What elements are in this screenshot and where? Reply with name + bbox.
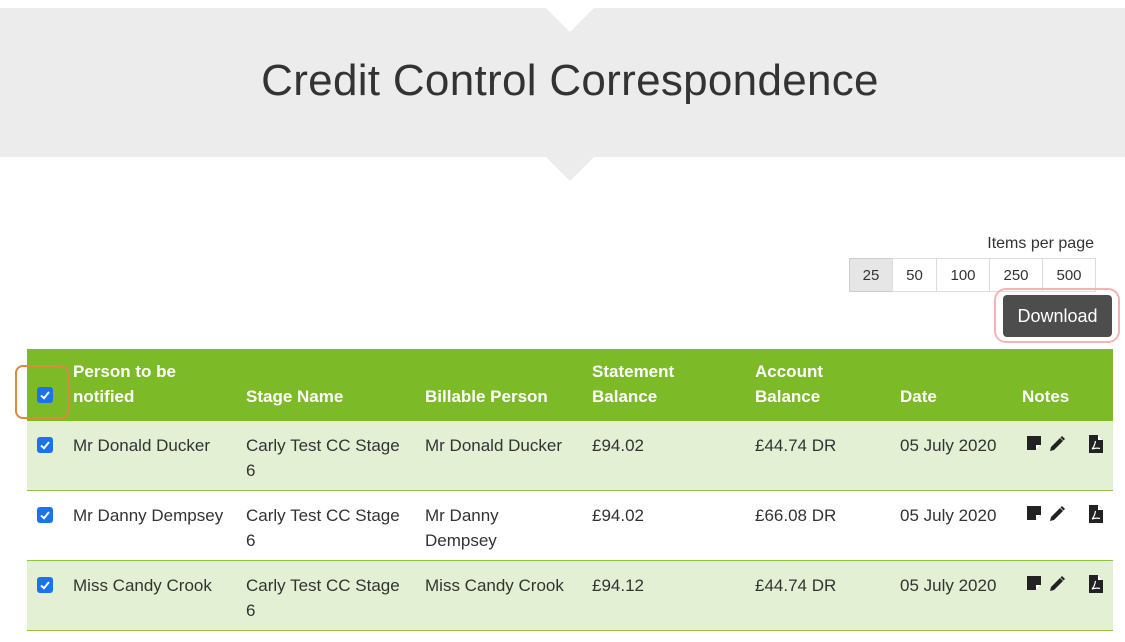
billable-cell: Miss Candy Crook <box>425 576 564 595</box>
page-size-25[interactable]: 25 <box>849 258 893 292</box>
col-stage[interactable]: Stage Name <box>246 384 343 409</box>
row-checkbox[interactable] <box>37 577 53 593</box>
page-size-500[interactable]: 500 <box>1042 258 1096 292</box>
pencil-icon[interactable] <box>1048 575 1066 598</box>
notes-actions <box>1026 435 1106 455</box>
banner-notch-top <box>546 8 594 32</box>
date-cell: 05 July 2020 <box>900 576 997 595</box>
date-cell: 05 July 2020 <box>900 436 997 455</box>
stage-cell: Carly Test CC Stage 6 <box>246 436 400 480</box>
check-icon <box>40 581 50 590</box>
billable-cell: Mr Donald Ducker <box>425 436 562 455</box>
col-notes: Notes <box>1022 387 1070 406</box>
row-checkbox[interactable] <box>37 507 53 523</box>
person-cell: Miss Candy Crook <box>73 576 212 595</box>
table-row: Mr Danny Dempsey Carly Test CC Stage 6 M… <box>27 491 1113 561</box>
person-cell: Mr Danny Dempsey <box>73 506 224 525</box>
download-button[interactable]: Download <box>1003 295 1112 337</box>
billable-cell: Mr Danny Dempsey <box>425 506 499 550</box>
table-header: Person to be notified Stage Name Billabl… <box>27 349 1113 421</box>
page-size-50[interactable]: 50 <box>892 258 937 292</box>
pdf-icon[interactable] <box>1089 575 1103 598</box>
stage-cell: Carly Test CC Stage 6 <box>246 576 400 620</box>
page-size-100[interactable]: 100 <box>936 258 990 292</box>
note-icon[interactable] <box>1026 575 1042 596</box>
statement-cell: £94.02 <box>592 436 644 455</box>
check-icon <box>40 511 50 520</box>
notes-actions <box>1026 505 1106 525</box>
table-row: Mr Donald Ducker Carly Test CC Stage 6 M… <box>27 421 1113 491</box>
date-cell: 05 July 2020 <box>900 506 997 525</box>
items-per-page-label: Items per page <box>987 235 1094 252</box>
notes-actions <box>1026 575 1106 595</box>
check-icon <box>40 441 50 450</box>
pdf-icon[interactable] <box>1089 505 1103 528</box>
account-cell: £44.74 DR <box>755 436 837 455</box>
pencil-icon[interactable] <box>1048 435 1066 458</box>
col-account[interactable]: Account Balance <box>755 359 823 409</box>
stage-cell: Carly Test CC Stage 6 <box>246 506 400 550</box>
page-title: Credit Control Correspondence <box>261 56 879 105</box>
account-cell: £66.08 DR <box>755 506 837 525</box>
account-cell: £44.74 DR <box>755 576 837 595</box>
col-person[interactable]: Person to be notified <box>73 359 176 409</box>
page-size-250[interactable]: 250 <box>989 258 1043 292</box>
pencil-icon[interactable] <box>1048 505 1066 528</box>
select-all-highlight <box>15 365 69 419</box>
pdf-icon[interactable] <box>1089 435 1103 458</box>
statement-cell: £94.02 <box>592 506 644 525</box>
statement-cell: £94.12 <box>592 576 644 595</box>
person-cell: Mr Donald Ducker <box>73 436 210 455</box>
note-icon[interactable] <box>1026 435 1042 456</box>
col-billable[interactable]: Billable Person <box>425 384 548 409</box>
note-icon[interactable] <box>1026 505 1042 526</box>
col-statement[interactable]: Statement Balance <box>592 359 674 409</box>
items-per-page-selector: 25 50 100 250 500 <box>849 258 1096 292</box>
banner-notch-bottom <box>546 157 594 181</box>
row-checkbox[interactable] <box>37 437 53 453</box>
correspondence-table: Person to be notified Stage Name Billabl… <box>27 349 1113 631</box>
table-row: Miss Candy Crook Carly Test CC Stage 6 M… <box>27 561 1113 631</box>
col-date[interactable]: Date <box>900 384 937 409</box>
